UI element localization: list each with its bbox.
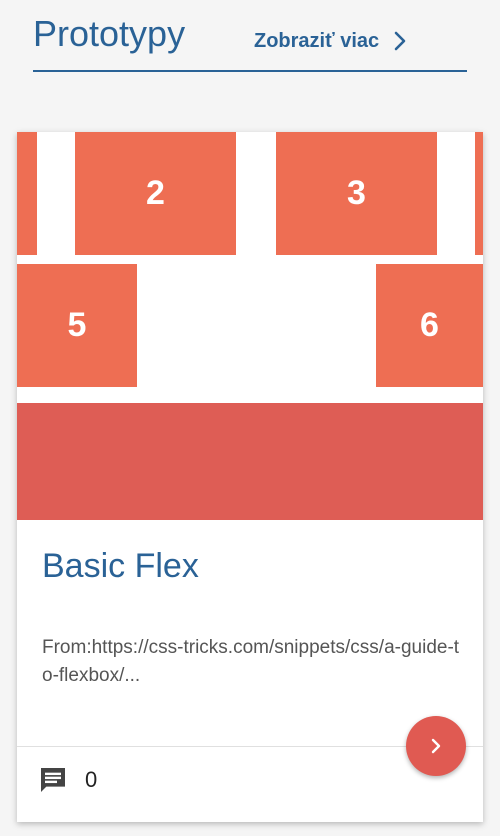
- prototype-card[interactable]: 2 3 5 6 Basic Flex From:https://css-tric…: [17, 132, 483, 822]
- show-more-label: Zobraziť viac: [254, 30, 380, 52]
- preview-box-2: 2: [75, 132, 236, 255]
- comment-count: 0: [85, 767, 98, 792]
- card-description: From:https://css-tricks.com/snippets/css…: [42, 637, 460, 686]
- comments-indicator[interactable]: 0: [37, 764, 97, 796]
- preview-box-partial: [17, 132, 37, 255]
- section-header: Prototypy Zobraziť viac: [33, 0, 467, 72]
- open-prototype-button[interactable]: [406, 716, 466, 776]
- comment-icon: [41, 768, 65, 792]
- show-more-link[interactable]: Zobraziť viac: [254, 26, 407, 56]
- section-title: Prototypy: [33, 13, 186, 54]
- chevron-right-icon: [431, 738, 441, 754]
- preview-box-partial: [475, 132, 483, 255]
- prototype-preview: 2 3 5 6: [17, 132, 483, 520]
- chevron-right-icon: [394, 31, 406, 51]
- card-title[interactable]: Basic Flex: [42, 544, 199, 588]
- preview-box-6: 6: [376, 264, 483, 387]
- preview-band: [17, 403, 483, 520]
- preview-box-3: 3: [276, 132, 437, 255]
- preview-box-5: 5: [17, 264, 137, 387]
